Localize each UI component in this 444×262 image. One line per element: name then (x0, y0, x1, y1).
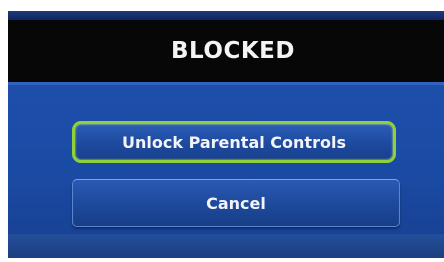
panel-highlight (8, 82, 444, 85)
top-blue-strip (8, 11, 444, 20)
unlock-parental-controls-button[interactable]: Unlock Parental Controls (72, 121, 396, 163)
tv-screen: BLOCKED Unlock Parental Controls Cancel (8, 11, 444, 258)
cancel-button[interactable]: Cancel (72, 179, 400, 227)
bottom-band (8, 234, 444, 258)
dialog-panel: Unlock Parental Controls Cancel (8, 82, 444, 258)
cancel-button-label: Cancel (206, 193, 266, 213)
dialog-title-bar: BLOCKED (8, 20, 444, 82)
unlock-button-label: Unlock Parental Controls (122, 132, 346, 152)
dialog-title: BLOCKED (171, 38, 295, 64)
